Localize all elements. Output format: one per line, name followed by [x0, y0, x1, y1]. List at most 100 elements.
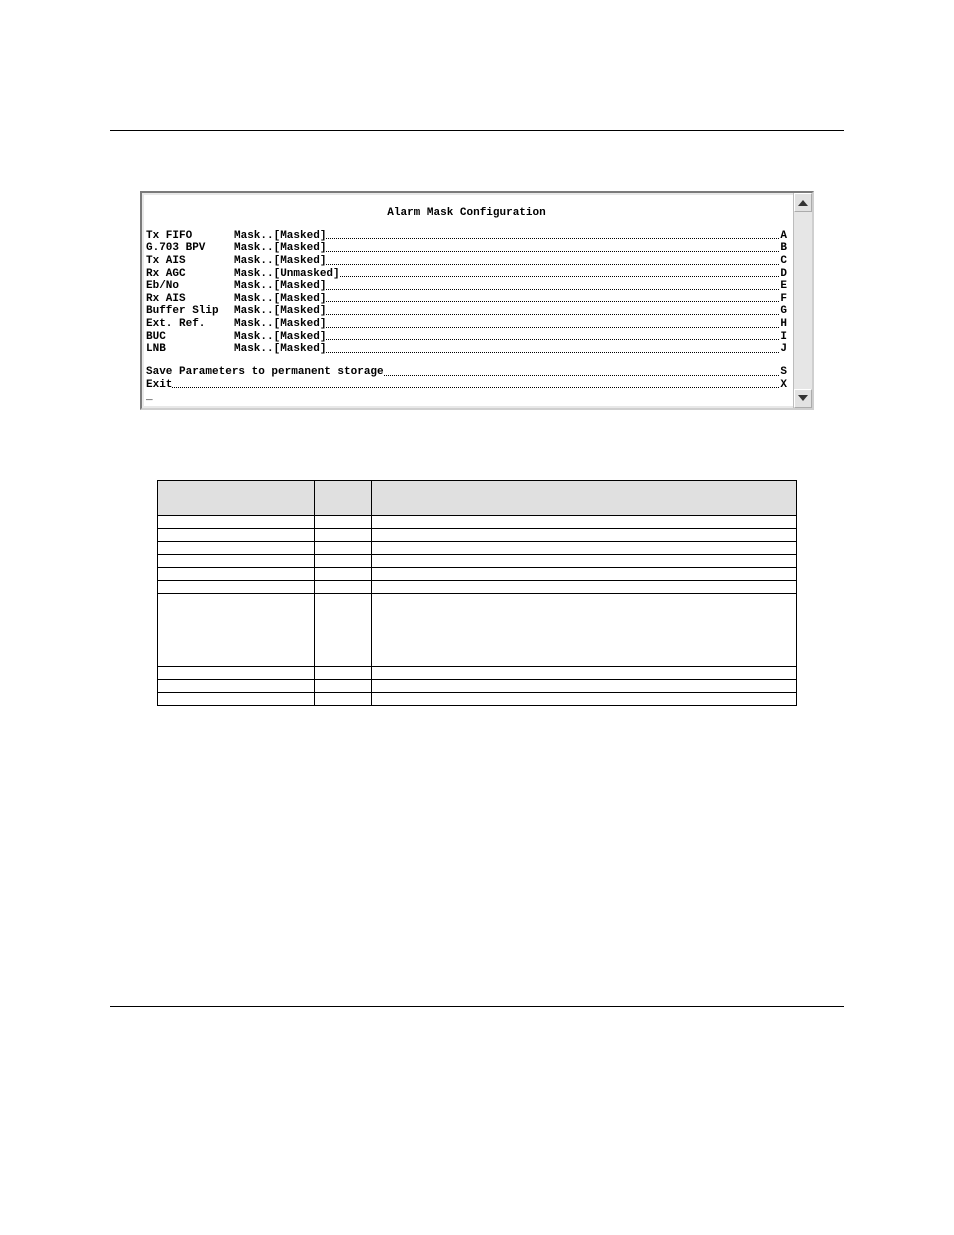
table-cell-option — [315, 567, 372, 580]
terminal-footer-line: Exit X — [146, 379, 787, 392]
scroll-up-button[interactable] — [794, 193, 812, 212]
table-cell-selection — [158, 679, 315, 692]
table-cell-selection — [158, 567, 315, 580]
leader-dots — [172, 379, 779, 389]
leader-dots — [326, 343, 779, 353]
table-cell-selection — [158, 528, 315, 541]
terminal-line-mask: Mask..[Masked] — [234, 242, 326, 255]
terminal-footer-text: Exit — [146, 379, 172, 392]
terminal-line: Buffer SlipMask..[Masked]G — [146, 305, 787, 318]
terminal-title: Alarm Mask Configuration — [146, 207, 787, 220]
terminal-line-label: Ext. Ref. — [146, 318, 234, 331]
terminal-footer-key: S — [780, 366, 787, 379]
table-row — [158, 679, 797, 692]
table-cell-option — [315, 692, 372, 705]
config-table — [157, 480, 797, 706]
table-header-selection — [158, 480, 315, 515]
terminal-line-mask: Mask..[Masked] — [234, 343, 326, 356]
table-cell-selection — [158, 580, 315, 593]
table-cell-option — [315, 528, 372, 541]
terminal-line-label: LNB — [146, 343, 234, 356]
terminal-line-key: C — [780, 255, 787, 268]
table-cell-option — [315, 593, 372, 666]
scroll-down-button[interactable] — [794, 389, 812, 408]
terminal-line-mask: Mask..[Masked] — [234, 305, 326, 318]
terminal-line-label: Tx FIFO — [146, 230, 234, 243]
table-cell-description — [372, 692, 797, 705]
table-cell-description — [372, 679, 797, 692]
terminal-screenshot: Alarm Mask Configuration Tx FIFOMask..[M… — [0, 191, 954, 410]
table-cell-option — [315, 554, 372, 567]
table-cell-description — [372, 541, 797, 554]
table-row — [158, 515, 797, 528]
table-row — [158, 567, 797, 580]
table-cell-option — [315, 515, 372, 528]
table-cell-description — [372, 580, 797, 593]
table-header-option — [315, 480, 372, 515]
table-cell-selection — [158, 541, 315, 554]
leader-dots — [326, 305, 779, 315]
page: Alarm Mask Configuration Tx FIFOMask..[M… — [0, 0, 954, 1027]
terminal-line-mask: Mask..[Masked] — [234, 293, 326, 306]
terminal-line-mask: Mask..[Masked] — [234, 331, 326, 344]
terminal-line-label: Buffer Slip — [146, 305, 234, 318]
terminal-line: LNBMask..[Masked] J — [146, 343, 787, 356]
table-row — [158, 666, 797, 679]
table-cell-selection — [158, 515, 315, 528]
terminal-frame: Alarm Mask Configuration Tx FIFOMask..[M… — [140, 191, 814, 410]
terminal-line-mask: Mask..[Unmasked] — [234, 268, 340, 281]
terminal-footer-key: X — [780, 379, 787, 392]
table-row — [158, 580, 797, 593]
terminal-line-key: F — [780, 293, 787, 306]
table-row — [158, 528, 797, 541]
page-footer-rule — [110, 1006, 844, 1027]
chevron-down-icon — [798, 395, 808, 401]
leader-dots — [326, 318, 779, 328]
terminal-line: Rx AGCMask..[Unmasked]D — [146, 268, 787, 281]
terminal-line-mask: Mask..[Masked] — [234, 318, 326, 331]
terminal-line-key: E — [780, 280, 787, 293]
leader-dots — [326, 230, 779, 240]
leader-dots — [326, 280, 779, 290]
page-header-rule — [110, 0, 844, 131]
table-cell-description — [372, 554, 797, 567]
terminal-content: Alarm Mask Configuration Tx FIFOMask..[M… — [144, 195, 793, 406]
terminal-line: Tx FIFOMask..[Masked]A — [146, 230, 787, 243]
table-row — [158, 692, 797, 705]
terminal-line: Rx AISMask..[Masked] F — [146, 293, 787, 306]
leader-dots — [326, 242, 779, 252]
table-row — [158, 554, 797, 567]
table-cell-option — [315, 679, 372, 692]
leader-dots — [326, 255, 779, 265]
table-row — [158, 593, 797, 666]
terminal-line-key: I — [780, 331, 787, 344]
table-cell-description — [372, 593, 797, 666]
terminal-line-mask: Mask..[Masked] — [234, 280, 326, 293]
table-header-row — [158, 480, 797, 515]
terminal-line-label: Rx AIS — [146, 293, 234, 306]
table-cell-selection — [158, 692, 315, 705]
terminal-footer-line: Save Parameters to permanent storage S — [146, 366, 787, 379]
terminal-line-label: Tx AIS — [146, 255, 234, 268]
terminal-line-label: Rx AGC — [146, 268, 234, 281]
terminal-line-key: J — [780, 343, 787, 356]
config-table-wrap — [0, 480, 954, 706]
table-cell-option — [315, 666, 372, 679]
chevron-up-icon — [798, 200, 808, 206]
table-cell-description — [372, 567, 797, 580]
table-header-description — [372, 480, 797, 515]
terminal-line-key: H — [780, 318, 787, 331]
terminal-line: Eb/NoMask..[Masked] E — [146, 280, 787, 293]
terminal-line-key: B — [780, 242, 787, 255]
terminal-line-mask: Mask..[Masked] — [234, 230, 326, 243]
leader-dots — [326, 331, 779, 341]
table-cell-selection — [158, 554, 315, 567]
terminal-scrollbar[interactable] — [793, 193, 812, 408]
terminal-footer-text: Save Parameters to permanent storage — [146, 366, 384, 379]
terminal-line: Tx AISMask..[Masked]C — [146, 255, 787, 268]
table-cell-option — [315, 580, 372, 593]
leader-dots — [340, 268, 780, 278]
table-cell-selection — [158, 593, 315, 666]
table-cell-description — [372, 515, 797, 528]
terminal-line-label: Eb/No — [146, 280, 234, 293]
